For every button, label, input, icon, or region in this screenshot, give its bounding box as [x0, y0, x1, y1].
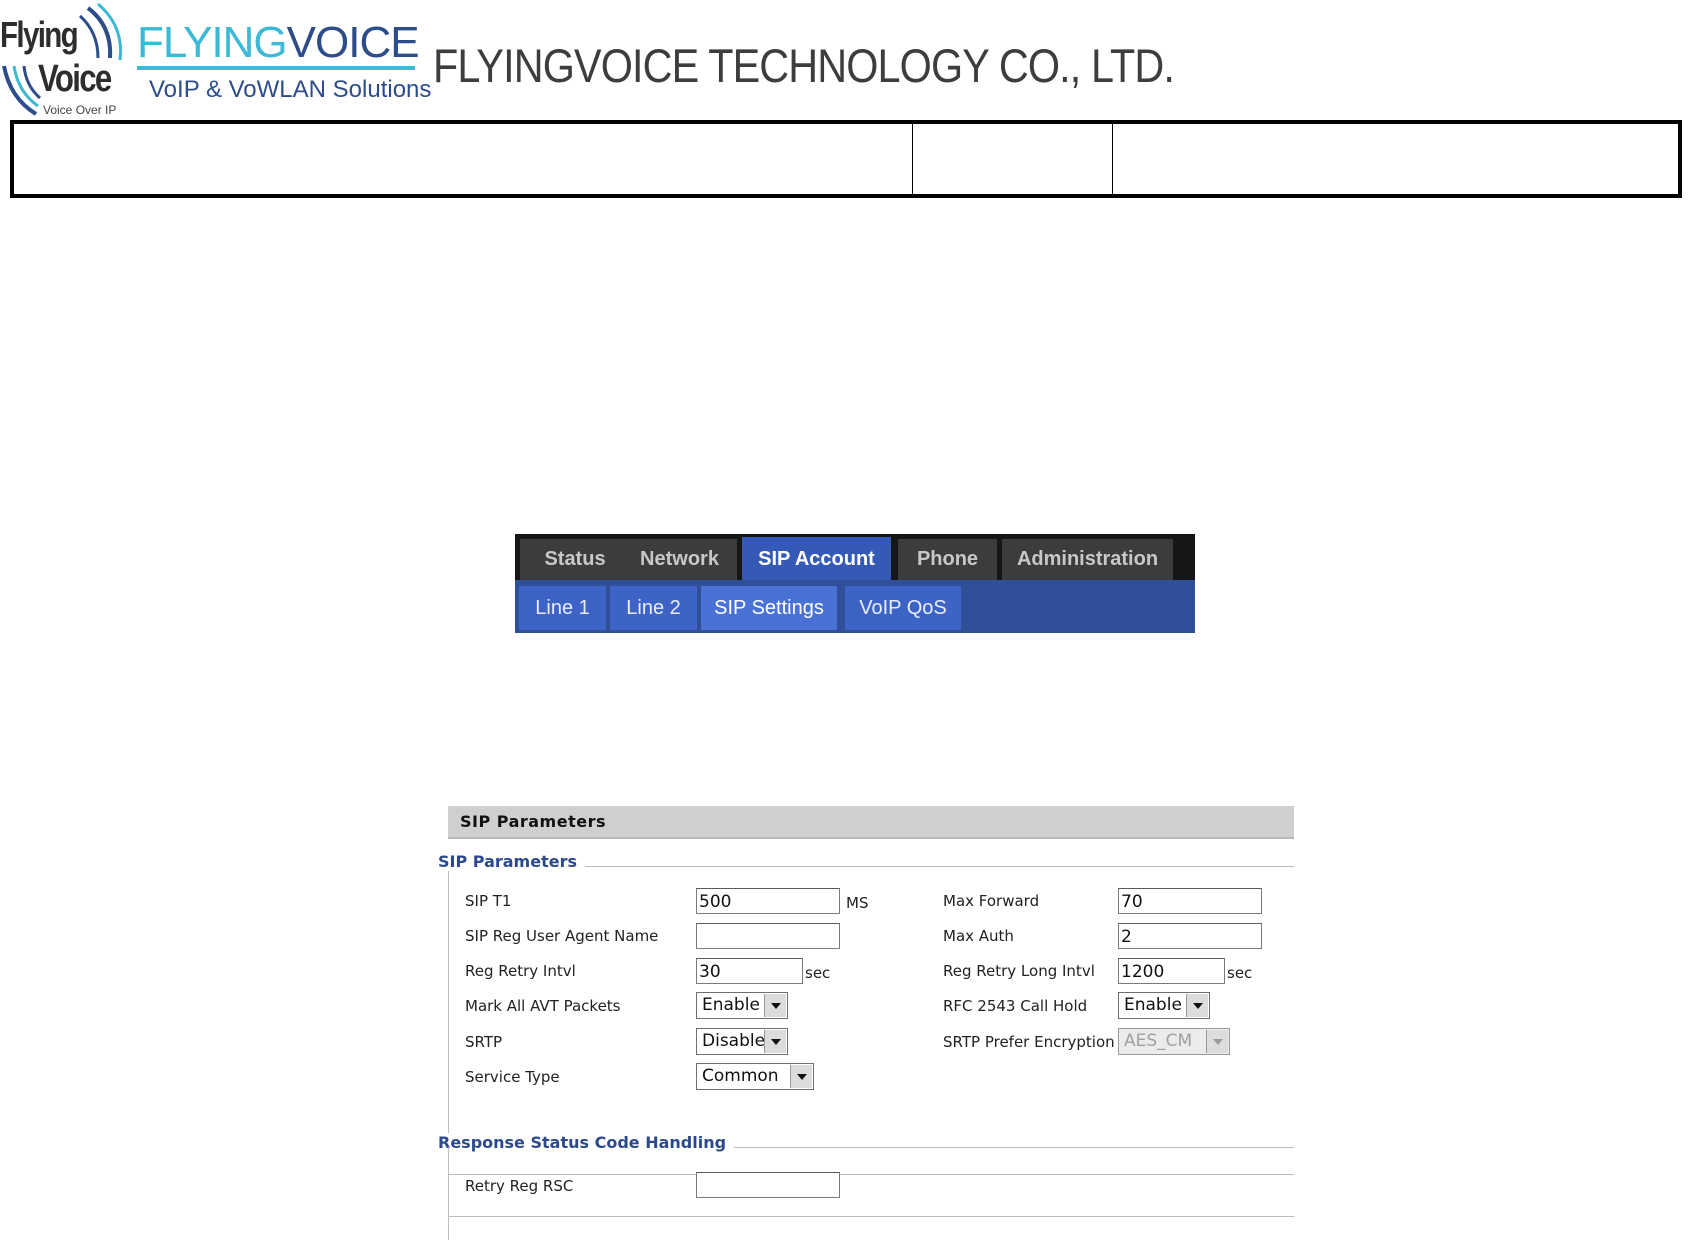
brand-name-part2: VOICE: [286, 18, 420, 67]
logo-text-flying: Flying: [0, 14, 79, 55]
user-agent-name-input[interactable]: [696, 923, 840, 949]
logo-tagline: Voice Over IP: [43, 103, 117, 117]
tab-phone[interactable]: Phone: [898, 539, 997, 580]
header-table: [10, 120, 1682, 198]
label-reg-retry-long-intvl: Reg Retry Long Intvl: [943, 962, 1095, 980]
label-rfc-2543-call-hold: RFC 2543 Call Hold: [943, 997, 1088, 1015]
panel-title-bar: SIP Parameters: [448, 806, 1294, 839]
chevron-down-icon[interactable]: [1186, 994, 1208, 1017]
reg-retry-intvl-input[interactable]: 30: [696, 958, 803, 984]
sip-parameters-panel: SIP Parameters SIP Parameters SIP T1 500…: [438, 804, 1295, 1240]
header-table-divider: [1112, 124, 1113, 194]
unit-sec: sec: [1227, 964, 1253, 982]
label-srtp: SRTP: [465, 1033, 503, 1051]
header-table-divider: [912, 124, 913, 194]
max-forward-input[interactable]: 70: [1118, 888, 1262, 914]
select-value: Disable: [702, 1031, 766, 1051]
chevron-down-icon: [1206, 1030, 1228, 1053]
sip-t1-input[interactable]: 500: [696, 888, 840, 914]
subtab-sip-settings[interactable]: SIP Settings: [701, 586, 837, 630]
mark-avt-packets-select[interactable]: Enable: [696, 992, 788, 1019]
label-sip-t1: SIP T1: [465, 892, 512, 910]
sub-tab-bar: Line 1 Line 2 SIP Settings VoIP QoS: [515, 580, 1195, 633]
tab-administration[interactable]: Administration: [1002, 539, 1173, 580]
max-auth-input[interactable]: 2: [1118, 923, 1262, 949]
reg-retry-long-intvl-input[interactable]: 1200: [1118, 958, 1225, 984]
srtp-select[interactable]: Disable: [696, 1028, 788, 1055]
rfc-2543-call-hold-select[interactable]: Enable: [1118, 992, 1210, 1019]
srtp-prefer-encryption-select: AES_CM: [1118, 1028, 1230, 1055]
label-max-auth: Max Auth: [943, 927, 1014, 945]
fieldset-left-border: [448, 1147, 449, 1240]
label-srtp-prefer-encryption: SRTP Prefer Encryption: [943, 1033, 1115, 1051]
unit-sec: sec: [805, 964, 831, 982]
brand-subtitle: VoIP & VoWLAN Solutions: [149, 76, 432, 103]
company-name: FLYINGVOICE TECHNOLOGY CO., LTD.: [433, 39, 1175, 92]
label-max-forward: Max Forward: [943, 892, 1040, 910]
tab-sip-account[interactable]: SIP Account: [742, 537, 891, 581]
label-service-type: Service Type: [465, 1068, 560, 1086]
flyingvoice-brand: FLYINGVOICE VoIP & VoWLAN Solutions: [137, 14, 431, 114]
service-type-select[interactable]: Common: [696, 1063, 814, 1090]
chevron-down-icon[interactable]: [764, 1030, 786, 1053]
select-value: Enable: [702, 995, 760, 1015]
label-mark-avt-packets: Mark All AVT Packets: [465, 997, 621, 1015]
select-value: Enable: [1124, 995, 1182, 1015]
label-reg-retry-intvl: Reg Retry Intvl: [465, 962, 576, 980]
section-legend-sip-parameters: SIP Parameters: [438, 852, 585, 871]
tab-status[interactable]: Status: [520, 539, 630, 580]
brand-name: FLYINGVOICE: [137, 18, 420, 68]
logo-text-voice: Voice: [38, 58, 112, 100]
unit-ms: MS: [846, 894, 869, 912]
brand-underline: [137, 66, 415, 70]
main-tab-bar: Status Network SIP Account Phone Adminis…: [515, 534, 1195, 581]
retry-reg-rsc-input[interactable]: [696, 1172, 840, 1198]
web-ui-navigation: Status Network SIP Account Phone Adminis…: [515, 534, 1195, 633]
panel-title: SIP Parameters: [460, 812, 606, 831]
chevron-down-icon[interactable]: [790, 1065, 812, 1088]
tab-network[interactable]: Network: [622, 539, 737, 580]
label-user-agent-name: SIP Reg User Agent Name: [465, 927, 659, 945]
select-value: AES_CM: [1124, 1031, 1193, 1051]
subtab-voip-qos[interactable]: VoIP QoS: [845, 586, 961, 630]
fieldset-bottom-border: [448, 1216, 1294, 1217]
fieldset-bottom-border: [448, 1174, 1294, 1175]
section-legend-response-status: Response Status Code Handling: [438, 1133, 735, 1152]
chevron-down-icon[interactable]: [764, 994, 786, 1017]
select-value: Common: [702, 1066, 779, 1086]
label-retry-reg-rsc: Retry Reg RSC: [465, 1177, 574, 1195]
brand-name-part1: FLYING: [137, 18, 288, 67]
fieldset-left-border: [448, 866, 449, 1174]
flyingvoice-logo: Flying Voice Voice Over IP: [0, 2, 130, 118]
subtab-line-1[interactable]: Line 1: [519, 586, 606, 630]
subtab-line-2[interactable]: Line 2: [610, 586, 697, 630]
